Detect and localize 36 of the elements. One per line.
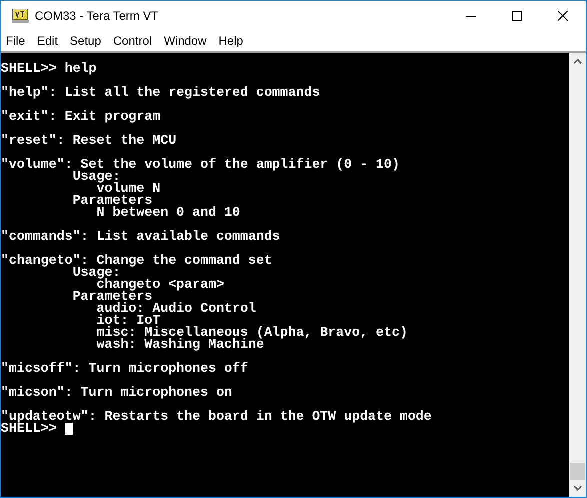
terminal-line: SHELL>> help [1, 63, 97, 75]
window-title: COM33 - Tera Term VT [35, 8, 159, 25]
terminal-line: changeto <param> [96, 279, 224, 291]
terminal-line: iot: IoT [96, 315, 161, 327]
menu-item[interactable]: Control [109, 32, 156, 50]
terminal-line: "help": List all the registered commands [1, 87, 320, 99]
scrollbar[interactable] [569, 53, 586, 497]
terminal-line: "exit": Exit program [1, 111, 161, 123]
terminal-line: Usage: [72, 171, 121, 183]
terminal-line: SHELL>> [1, 423, 57, 435]
terminal-line: wash: Washing Machine [96, 339, 264, 351]
terminal-line: "changeto": Change the command set [1, 255, 272, 267]
terminal-line: "micson": Turn microphones on [1, 387, 232, 399]
maximize-icon [512, 11, 522, 21]
app-icon [12, 9, 29, 23]
menu-item[interactable]: Help [214, 32, 248, 50]
terminal-line: "micsoff": Turn microphones off [1, 363, 248, 375]
terminal-line: Usage: [72, 267, 121, 279]
menu-item[interactable]: Edit [33, 32, 62, 50]
terminal-line: audio: Audio Control [96, 303, 256, 315]
terminal-line: volume N [96, 183, 161, 195]
terminal-line: misc: Miscellaneous (Alpha, Bravo, etc) [96, 327, 408, 339]
terminal-line: "commands": List available commands [1, 231, 280, 243]
scroll-up-icon[interactable] [574, 59, 582, 64]
terminal-line: Parameters [72, 291, 153, 303]
terminal-line: "reset": Reset the MCU [1, 135, 177, 147]
terminal-line: N between 0 and 10 [96, 207, 240, 219]
menu-item[interactable]: File [2, 32, 30, 50]
terminal-line: "volume": Set the volume of the amplifier (0 - 10) [1, 159, 400, 171]
scrollbar-thumb[interactable] [570, 463, 585, 480]
menu-item[interactable]: Setup [66, 32, 106, 50]
terminal-line: "updateotw": Restarts the board in the OTW update mode [1, 411, 432, 423]
terminal-line: Parameters [72, 195, 153, 207]
menu-item[interactable]: Window [160, 32, 211, 50]
close-icon [558, 11, 568, 21]
scroll-down-icon[interactable] [574, 486, 582, 491]
